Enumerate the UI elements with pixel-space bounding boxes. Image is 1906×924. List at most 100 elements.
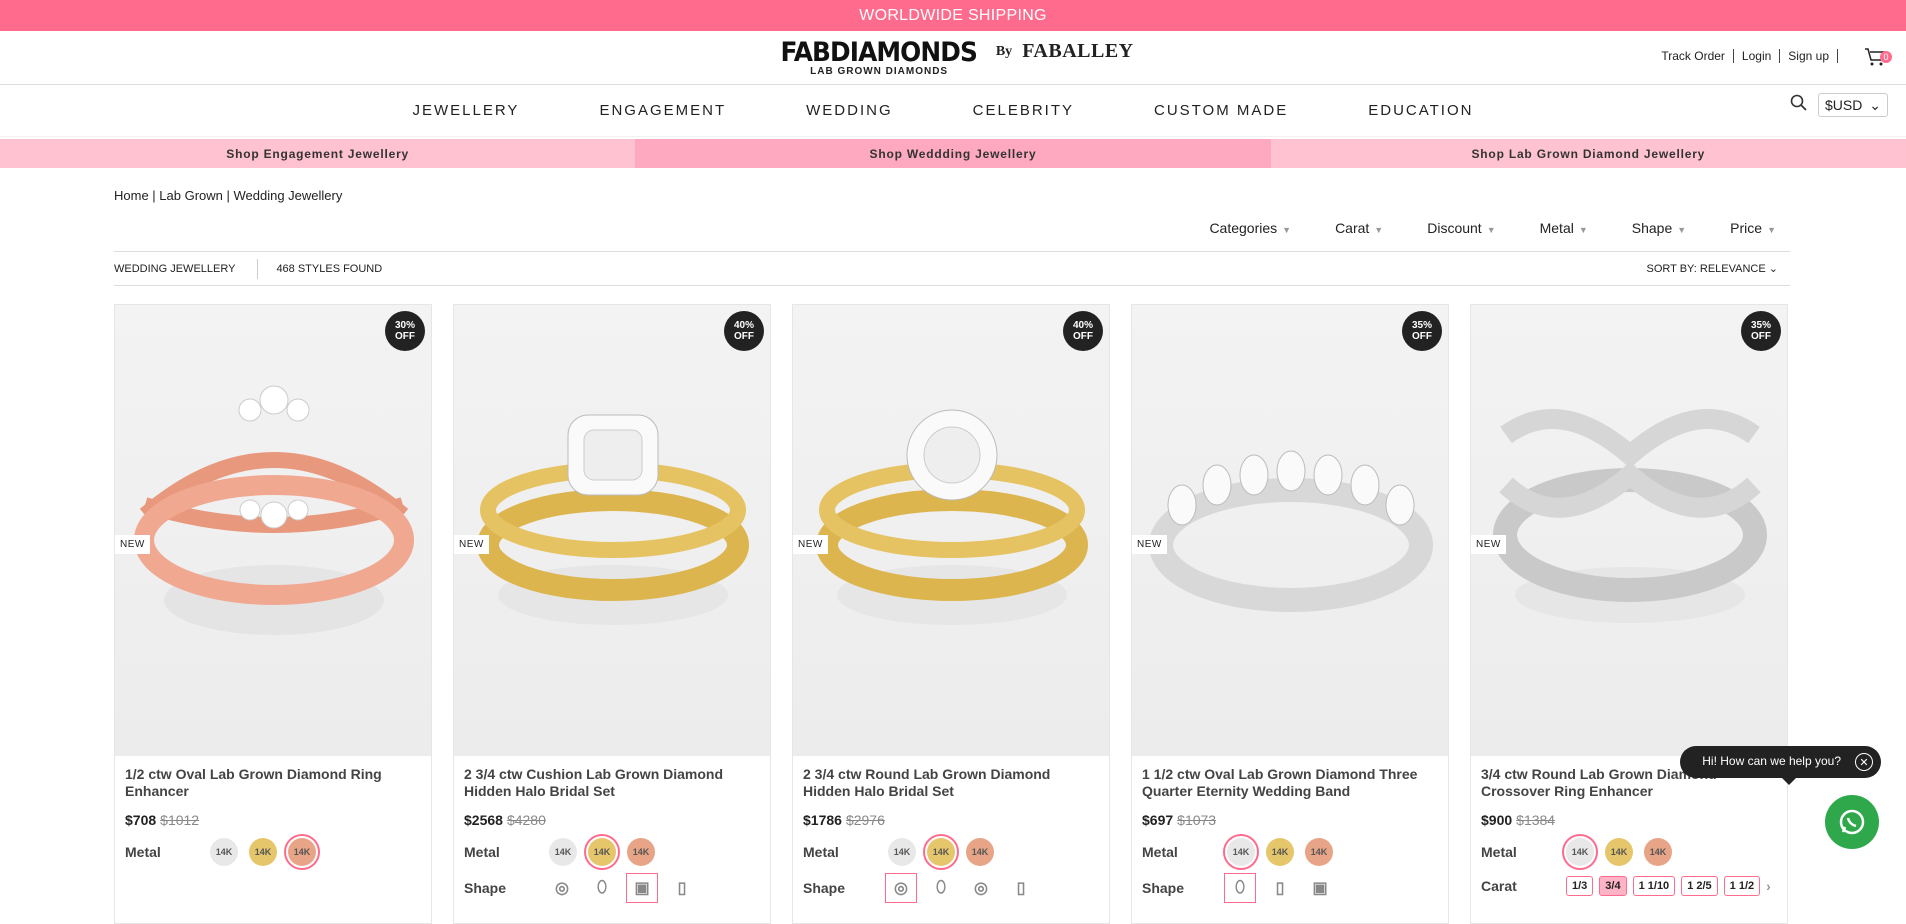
filter-shape[interactable]: Shape ▼ [1602,220,1700,251]
metal-options: Metal 14K 14K 14K [454,828,770,870]
filter-categories[interactable]: Categories ▼ [1179,220,1305,251]
metal-options: Metal 14K 14K 14K [115,828,431,870]
product-image[interactable]: 30% OFF NEW [115,305,431,756]
carat-option[interactable]: 1 1/2 [1723,876,1761,896]
carat-option-selected[interactable]: 3/4 [1599,876,1627,896]
metal-yellow-gold[interactable]: 14K [249,838,277,866]
shape-options: Shape ⬯ ▯ ▣ [1132,866,1448,903]
cushion-shape-icon[interactable]: ▣ [626,873,658,903]
product-image[interactable]: 40% OFF NEW [793,305,1109,756]
shape-options: Shape ◎ ⬯ ▣ ▯ [454,866,770,903]
chat-prompt[interactable]: Hi! How can we help you? ✕ [1680,746,1881,785]
carat-options: Carat 1/3 3/4 1 1/10 1 2/5 1 1/2 › [1481,876,1771,896]
round-shape-icon[interactable]: ◎ [885,873,917,903]
emerald-shape-icon[interactable]: ▯ [669,876,695,900]
logo-wordmark: FABDIAMONDS [780,36,978,68]
chevron-down-icon: ⌄ [1869,96,1881,113]
emerald-shape-icon[interactable]: ▯ [1267,876,1293,900]
close-icon[interactable]: ✕ [1855,753,1873,771]
product-image[interactable]: 35% OFF NEW [1132,305,1448,756]
product-card[interactable]: 40% OFF NEW 2 3/4 ctw Round Lab Grown Dia… [792,304,1110,924]
discount-badge: 40% OFF [724,311,764,351]
metal-rose-gold[interactable]: 14K [966,838,994,866]
metal-yellow-gold[interactable]: 14K [584,834,620,870]
product-price: $708 $1012 [125,812,200,828]
metal-white-gold[interactable]: 14K [1562,834,1598,870]
filter-price[interactable]: Price ▼ [1700,220,1790,251]
sort-dropdown[interactable]: SORT BY: RELEVANCE ⌄ [1647,262,1779,275]
metal-white-gold[interactable]: 14K [210,838,238,866]
emerald-shape-icon[interactable]: ▯ [1008,876,1034,900]
whatsapp-icon[interactable] [1825,795,1879,849]
metal-white-gold[interactable]: 14K [1223,834,1259,870]
oval-shape-icon[interactable]: ⬯ [1224,873,1256,903]
discount-badge: 30% OFF [385,311,425,351]
shop-engagement-link[interactable]: Shop Engagement Jewellery [0,139,636,168]
product-card[interactable]: 30% OFF NEW 1/2 ctw Oval Lab Grown Diamon… [114,304,432,924]
logo-by: By [995,43,1013,59]
metal-rose-gold[interactable]: 14K [1305,838,1333,866]
metal-white-gold[interactable]: 14K [888,838,916,866]
cart-icon[interactable]: 0 [1864,47,1892,67]
product-price: $900 $1384 [1481,812,1556,828]
carat-option[interactable]: 1 2/5 [1681,876,1718,896]
product-title[interactable]: 1/2 ctw Oval Lab Grown Diamond Ring Enha… [115,756,431,804]
product-card[interactable]: 40% OFF NEW 2 3/4 ctw Cushion Lab Grown D… [453,304,771,924]
track-order-link[interactable]: Track Order [1661,49,1725,63]
chat-prompt-text: Hi! How can we help you? [1702,754,1841,768]
metal-yellow-gold[interactable]: 14K [1605,838,1633,866]
product-title[interactable]: 1 1/2 ctw Oval Lab Grown Diamond Three Q… [1132,756,1448,804]
carat-option[interactable]: 1 1/10 [1632,876,1676,896]
carat-option[interactable]: 1/3 [1566,876,1594,896]
login-link[interactable]: Login [1742,49,1771,63]
metal-rose-gold[interactable]: 14K [1644,838,1672,866]
chevron-down-icon: ⌄ [1768,263,1778,275]
product-title[interactable]: 2 3/4 ctw Cushion Lab Grown Diamond Hidd… [454,756,770,804]
metal-white-gold[interactable]: 14K [549,838,577,866]
signup-link[interactable]: Sign up [1788,49,1829,63]
product-image[interactable]: 35% OFF NEW [1471,305,1787,756]
shop-wedding-link[interactable]: Shop Weddding Jewellery [635,139,1271,168]
metal-yellow-gold[interactable]: 14K [1266,838,1294,866]
shipping-banner: WORLDWIDE SHIPPING [0,0,1906,31]
filter-carat[interactable]: Carat ▼ [1305,220,1397,251]
discount-badge: 40% OFF [1063,311,1103,351]
metal-rose-gold[interactable]: 14K [627,838,655,866]
category-label: WEDDING JEWELLERY [114,262,236,275]
cushion-shape-icon[interactable]: ▣ [1307,876,1333,900]
product-card[interactable]: 35% OFF NEW 1 1/2 ctw Oval Lab Grown Diam… [1131,304,1449,924]
oval-shape-icon[interactable]: ⬯ [928,876,954,900]
nav-engagement[interactable]: ENGAGEMENT [559,102,766,119]
new-tag: NEW [1132,535,1167,554]
oval-shape-icon[interactable]: ⬯ [589,876,615,900]
nav-celebrity[interactable]: CELEBRITY [933,102,1114,119]
shop-category-bar: Shop Engagement Jewellery Shop Weddding … [0,139,1906,168]
filter-bar: Categories ▼ Carat ▼ Discount ▼ Metal ▼ Shap… [114,220,1790,252]
metal-yellow-gold[interactable]: 14K [923,834,959,870]
product-card[interactable]: 35% OFF NEW 3/4 ctw Round Lab Grown Diamo… [1470,304,1788,924]
metal-rose-gold[interactable]: 14K [284,834,320,870]
search-icon[interactable] [1790,94,1808,117]
product-image[interactable]: 40% OFF NEW [454,305,770,756]
round-shape-icon[interactable]: ◎ [549,876,575,900]
currency-value: $USD [1825,97,1863,113]
new-tag: NEW [793,535,828,554]
filter-metal[interactable]: Metal ▼ [1510,220,1602,251]
product-grid: 30% OFF NEW 1/2 ctw Oval Lab Grown Diamon… [114,304,1790,924]
product-price: $697 $1073 [1142,812,1217,828]
chevron-right-icon[interactable]: › [1766,878,1771,894]
nav-education[interactable]: EDUCATION [1328,102,1513,119]
nav-wedding[interactable]: WEDDING [766,102,933,119]
breadcrumb[interactable]: Home | Lab Grown | Wedding Jewellery [114,188,1790,203]
filter-discount[interactable]: Discount ▼ [1397,220,1509,251]
nav-jewellery[interactable]: JEWELLERY [373,102,560,119]
discount-badge: 35% OFF [1402,311,1442,351]
product-price: $2568 $4280 [464,812,546,828]
shop-lab-grown-link[interactable]: Shop Lab Grown Diamond Jewellery [1270,139,1906,168]
shape-options: Shape ◎ ⬯ ◎ ▯ [793,866,1109,903]
logo[interactable]: FABDIAMONDS LAB GROWN DIAMONDS By FABALL… [772,39,1133,77]
currency-select[interactable]: $USD ⌄ [1818,93,1888,117]
nav-custom-made[interactable]: CUSTOM MADE [1114,102,1328,119]
cushion-shape-icon[interactable]: ◎ [968,876,994,900]
product-title[interactable]: 2 3/4 ctw Round Lab Grown Diamond Hidden… [793,756,1109,804]
